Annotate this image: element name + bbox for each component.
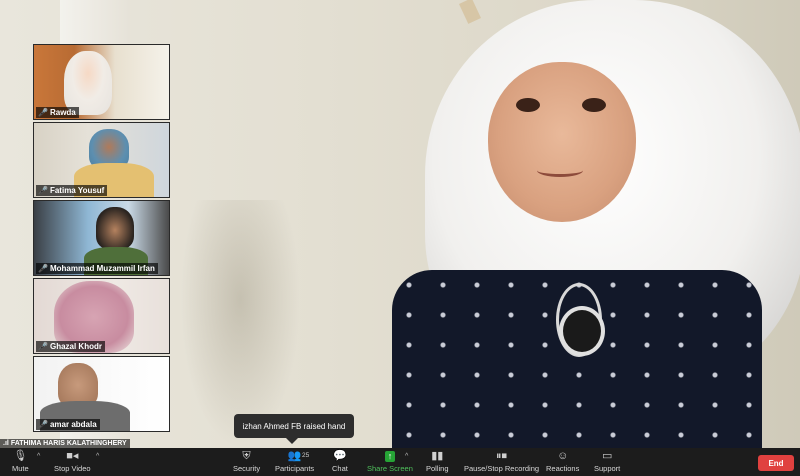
muted-mic-icon: 🎤 bbox=[38, 108, 48, 117]
participant-tile[interactable]: 🎤 Mohammad Muzammil Irfan bbox=[33, 200, 170, 276]
participant-tile[interactable]: 🎤 Fatima Yousuf bbox=[33, 122, 170, 198]
people-icon: 👥 bbox=[287, 450, 302, 462]
speaker-pendant bbox=[559, 306, 605, 356]
signal-icon: .ıl bbox=[3, 440, 9, 447]
self-view-name-label: .ıl FATHIMA HARIS KALATHINGHERY bbox=[0, 439, 130, 448]
participant-tile[interactable]: 🎤 Ghazal Khodr bbox=[33, 278, 170, 354]
reactions-button[interactable]: ☺ Reactions bbox=[546, 449, 579, 476]
raised-hand-notification[interactable]: izhan Ahmed FB raised hand bbox=[234, 414, 354, 444]
pause-stop-recording-button[interactable]: ⏸⏹ Pause/Stop Recording bbox=[464, 449, 539, 476]
meeting-toolbar: 🎙 Mute ^ ■◂ Stop Video ^ ⛨ Security 👥 Pa… bbox=[0, 448, 800, 476]
muted-mic-icon: 🎤 bbox=[38, 342, 48, 351]
muted-mic-icon: 🎤 bbox=[38, 264, 48, 273]
microphone-icon: 🎙 bbox=[13, 450, 28, 462]
bar-chart-icon: ▮▮ bbox=[431, 450, 444, 462]
speaker-eye-right bbox=[582, 98, 606, 112]
speaker-face bbox=[488, 62, 636, 222]
participant-name: Mohammad Muzammil Irfan bbox=[49, 264, 155, 273]
participant-name: Fatima Yousuf bbox=[49, 186, 105, 195]
chat-button[interactable]: 💬 Chat bbox=[332, 449, 348, 476]
participant-gallery: 🎤 Rawda 🎤 Fatima Yousuf 🎤 Mohammad Muzammil… bbox=[33, 44, 170, 434]
participants-count: 25 bbox=[302, 452, 310, 459]
notification-text: izhan Ahmed FB raised hand bbox=[242, 421, 346, 431]
share-arrow-icon: ↑ bbox=[384, 451, 396, 462]
smiley-plus-icon: ☺ bbox=[557, 450, 569, 462]
mute-button[interactable]: 🎙 Mute bbox=[12, 449, 29, 476]
wall-shadow bbox=[180, 200, 300, 448]
participant-name: Rawda bbox=[49, 108, 76, 117]
muted-mic-icon: 🎤 bbox=[38, 186, 48, 195]
video-options-caret-icon[interactable]: ^ bbox=[96, 453, 99, 460]
participant-name: Ghazal Khodr bbox=[49, 342, 102, 351]
speaker-mouth bbox=[537, 164, 583, 177]
background-object bbox=[459, 0, 481, 24]
participant-tile[interactable]: 🎤 amar abdala bbox=[33, 356, 170, 432]
participant-tile[interactable]: 🎤 Rawda bbox=[33, 44, 170, 120]
screen-support-icon: ▭ bbox=[601, 450, 613, 462]
share-options-caret-icon[interactable]: ^ bbox=[405, 453, 408, 460]
video-camera-icon: ■◂ bbox=[66, 450, 79, 462]
shield-icon: ⛨ bbox=[242, 450, 251, 462]
end-meeting-button[interactable]: End bbox=[758, 455, 794, 471]
support-button[interactable]: ▭ Support bbox=[594, 449, 620, 476]
muted-mic-icon: 🎤 bbox=[38, 420, 48, 429]
stop-video-button[interactable]: ■◂ Stop Video bbox=[54, 449, 91, 476]
speaker-eye-left bbox=[516, 98, 540, 112]
pause-stop-icon: ⏸⏹ bbox=[496, 450, 508, 462]
security-button[interactable]: ⛨ Security bbox=[233, 449, 260, 476]
polling-button[interactable]: ▮▮ Polling bbox=[426, 449, 449, 476]
audio-options-caret-icon[interactable]: ^ bbox=[37, 453, 40, 460]
chat-bubble-icon: 💬 bbox=[333, 450, 347, 462]
participant-name: amar abdala bbox=[49, 420, 97, 429]
